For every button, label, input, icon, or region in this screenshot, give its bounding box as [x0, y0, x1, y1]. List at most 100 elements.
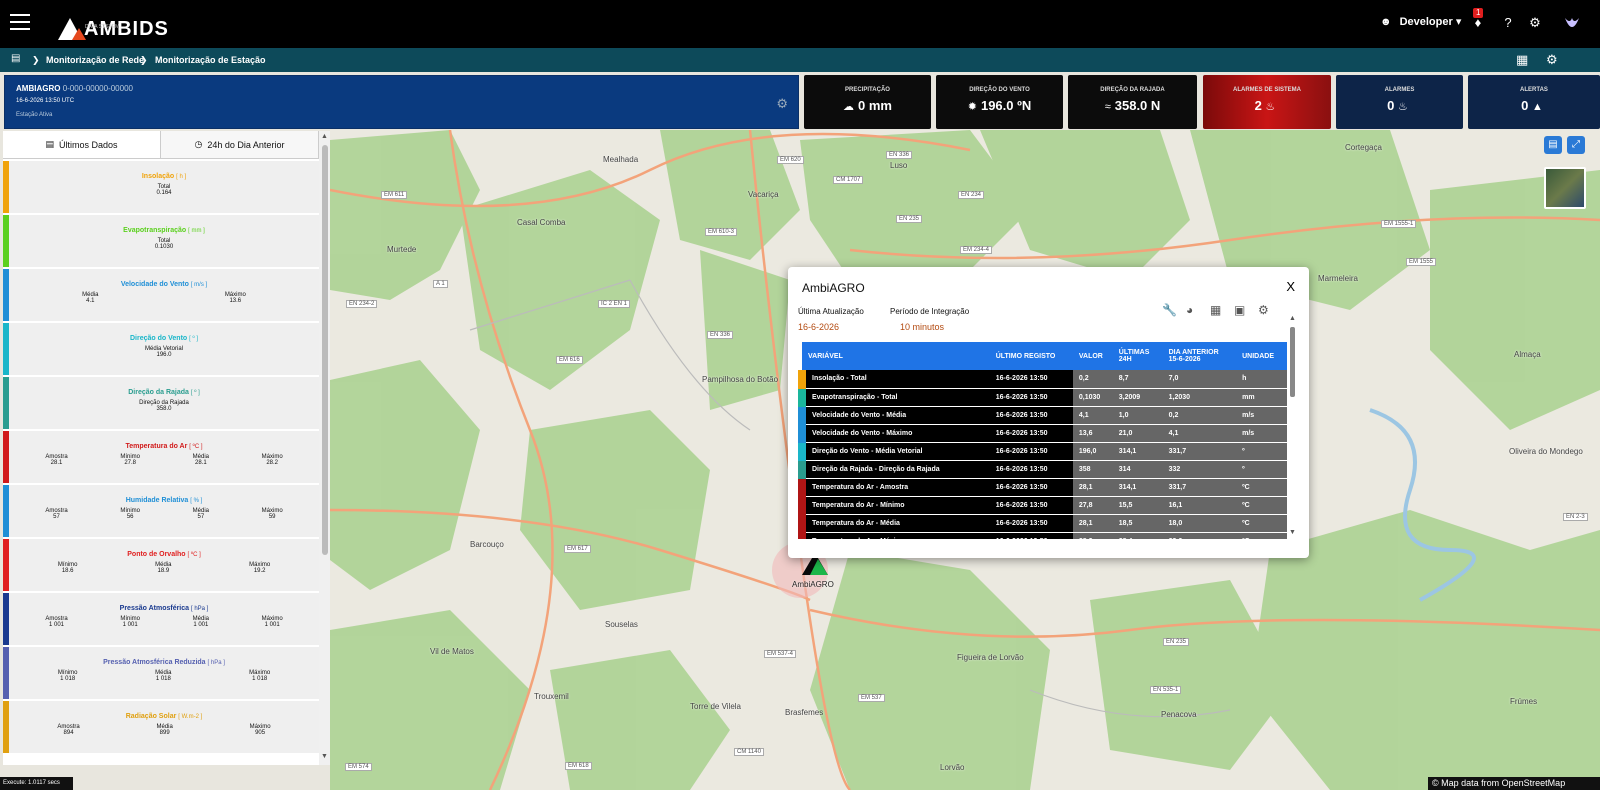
- breadcrumb-station[interactable]: Monitorização de Estação: [155, 55, 266, 65]
- map-road-label: EM 620: [777, 156, 804, 164]
- top-bar: AMBIDS DATA SYSTEM ☻ Developer ▾ ♦ 1 ? ⚙: [0, 0, 1600, 48]
- variable-unit: [ ºC ]: [187, 552, 201, 558]
- card-precipitation[interactable]: PRECIPITAÇÃO ☁ 0 mm: [804, 75, 931, 129]
- wrench-icon[interactable]: 🔧: [1162, 303, 1177, 317]
- popup-scrollbar[interactable]: ▲ ▼: [1289, 315, 1297, 537]
- variable-unit: [ mm ]: [188, 228, 205, 234]
- table-cell: 3,2009: [1112, 388, 1163, 407]
- map-place-label: Cortegaça: [1345, 143, 1382, 152]
- variable-name: Direção do Vento: [130, 335, 188, 342]
- column-header[interactable]: ÚLTIMAS 24H: [1112, 342, 1163, 370]
- variable-card[interactable]: Direção do Vento [ º ] Média Vetorial 196.…: [3, 323, 319, 375]
- card-system-alarms[interactable]: ALARMES DE SISTEMA 2 ♨: [1203, 75, 1331, 129]
- map-place-label: Marmeleira: [1318, 274, 1359, 283]
- map-road-label: EN 235: [896, 215, 923, 223]
- variable-card[interactable]: Temperatura do Ar [ ºC ] Amostra 28.1 Mínim…: [3, 431, 319, 483]
- table-row[interactable]: Insolação - Total 16-6-2026 13:50 0,2 8,7 7,…: [798, 370, 1287, 389]
- table-cell: 7,0: [1162, 370, 1237, 389]
- table-row[interactable]: Direção do Vento - Média Vetorial 16-6-20…: [798, 442, 1287, 461]
- hamburger-menu-icon[interactable]: [10, 14, 30, 30]
- variable-unit: [ º ]: [190, 390, 200, 396]
- map-attribution[interactable]: © Map data from OpenStreetMap: [1428, 777, 1600, 790]
- variable-card[interactable]: Direção da Rajada [ º ] Direção da Rajada…: [3, 377, 319, 429]
- panel-scrollbar[interactable]: ▲ ▼: [319, 131, 330, 765]
- card-title: PRECIPITAÇÃO: [845, 87, 890, 93]
- notification-badge: 1: [1473, 8, 1484, 18]
- card-gust-direction[interactable]: DIREÇÃO DA RAJADA ≈358.0 N: [1068, 75, 1197, 129]
- last-update-value: 16-6-2026: [798, 322, 840, 332]
- map-road-label: CM 1707: [833, 176, 864, 184]
- station-marker[interactable]: AmbiAGRO: [792, 553, 834, 593]
- close-button[interactable]: X: [1286, 279, 1295, 294]
- list-icon[interactable]: ▤: [11, 53, 20, 64]
- grid-icon[interactable]: ▦: [1516, 52, 1528, 68]
- variable-card[interactable]: Ponto de Orvalho [ ºC ] Mínimo 18.6 Média 18…: [3, 539, 319, 591]
- variable-name: Evapotranspiração: [123, 227, 187, 234]
- table-row[interactable]: Velocidade do Vento - Média 16-6-2026 13:…: [798, 406, 1287, 425]
- variable-card[interactable]: Insolação [ h ] Total 0.164: [3, 161, 319, 213]
- map-road-label: EM 618: [565, 762, 592, 770]
- column-header[interactable]: VALOR: [1072, 342, 1113, 370]
- table-row[interactable]: Temperatura do Ar - Amostra 16-6-2026 13:…: [798, 478, 1287, 497]
- map-road-label: EM 611: [381, 191, 408, 199]
- table-row[interactable]: Temperatura do Ar - Máximo16-6-2026 13:5…: [798, 532, 1287, 539]
- table-icon[interactable]: ▦: [1210, 303, 1221, 317]
- settings-icon[interactable]: ⚙: [1546, 52, 1558, 68]
- table-cell: 1,2030: [1162, 388, 1237, 407]
- variable-card[interactable]: Velocidade do Vento [ m/s ] Média 4.1 Máxim…: [3, 269, 319, 321]
- variable-unit: [ % ]: [190, 498, 203, 504]
- tab-latest-data[interactable]: ▤ Últimos Dados: [3, 131, 161, 158]
- table-row[interactable]: Direção da Rajada - Direção da Rajada 16-…: [798, 460, 1287, 479]
- variable-stat: Amostra 894: [57, 724, 79, 736]
- table-cell: ºC: [1236, 532, 1287, 539]
- table-cell: h: [1236, 370, 1287, 389]
- stat-value: 1 018: [155, 676, 171, 682]
- variable-card[interactable]: Humidade Relativa [ % ] Amostra 57 Mínimo 56…: [3, 485, 319, 537]
- fullscreen-button[interactable]: ⤢: [1567, 136, 1585, 154]
- variable-card[interactable]: Pressão Atmosférica [ hPa ] Amostra 1 001 M…: [3, 593, 319, 645]
- camera-icon[interactable]: ▣: [1234, 303, 1245, 317]
- column-header[interactable]: ÚLTIMO REGISTO: [989, 342, 1073, 370]
- variable-title: Velocidade do Vento [ m/s ]: [9, 269, 319, 288]
- stat-value: 1 001: [264, 622, 280, 628]
- variable-unit: [ h ]: [176, 174, 187, 180]
- card-alarms[interactable]: ALARMES 0 ♨: [1336, 75, 1463, 129]
- column-header[interactable]: UNIDADE: [1236, 342, 1287, 370]
- dashboard-icon[interactable]: ◕: [1186, 303, 1193, 317]
- column-header[interactable]: VARIÁVEL: [802, 342, 990, 370]
- gear-icon[interactable]: ⚙: [1527, 15, 1543, 31]
- variable-unit: [ W.m-2 ]: [178, 714, 203, 720]
- column-header[interactable]: DIA ANTERIOR 15-6-2026: [1162, 342, 1237, 370]
- variable-card[interactable]: Evapotranspiração [ mm ] Total 0.1030: [3, 215, 319, 267]
- table-row[interactable]: Temperatura do Ar - Média 16-6-2026 13:50…: [798, 514, 1287, 533]
- user-menu[interactable]: ☻ Developer ▾: [1380, 15, 1461, 29]
- variable-stat: Total 0.1030: [155, 238, 173, 250]
- variable-name: Pressão Atmosférica: [119, 605, 190, 612]
- station-settings-icon[interactable]: ⚙: [776, 96, 788, 112]
- stat-value: 18.6: [61, 568, 74, 574]
- variable-name: Velocidade do Vento: [120, 281, 189, 288]
- help-icon[interactable]: ?: [1500, 15, 1516, 31]
- card-wind-direction[interactable]: DIREÇÃO DO VENTO ✹ 196.0 ºN: [936, 75, 1063, 129]
- table-cell: 314,1: [1112, 442, 1163, 461]
- variable-title: Insolação [ h ]: [9, 161, 319, 180]
- variable-stat: Média 4.1: [82, 292, 98, 304]
- table-cell: ºC: [1236, 514, 1287, 533]
- map-layers-button[interactable]: ▤: [1544, 136, 1562, 154]
- bell-icon: ♨: [1397, 101, 1408, 113]
- breadcrumb-network[interactable]: Monitorização de Rede: [46, 55, 144, 65]
- card-title: ALARMES DE SISTEMA: [1232, 87, 1301, 93]
- table-row[interactable]: Temperatura do Ar - Mínimo 16-6-2026 13:5…: [798, 496, 1287, 515]
- variable-card[interactable]: Pressão Atmosférica Reduzida [ hPa ] Míni…: [3, 647, 319, 699]
- table-row[interactable]: Velocidade do Vento - Máximo 16-6-2026 13…: [798, 424, 1287, 443]
- card-alerts[interactable]: ALERTAS 0 ▲: [1468, 75, 1600, 129]
- variable-card[interactable]: Radiação Solar [ W.m-2 ] Amostra 894 Média 8…: [3, 701, 319, 753]
- gear-icon[interactable]: ⚙: [1258, 303, 1269, 317]
- tab-previous-day[interactable]: ◷ 24h do Dia Anterior: [161, 131, 319, 158]
- table-row[interactable]: Evapotranspiração - Total 16-6-2026 13:50…: [798, 388, 1287, 407]
- avatar[interactable]: [1562, 14, 1582, 34]
- variable-title: Evapotranspiração [ mm ]: [9, 215, 319, 234]
- map-road-label: IC 2 EN 1: [598, 300, 631, 308]
- satellite-layer-thumbnail[interactable]: [1544, 167, 1586, 209]
- tab-label: 24h do Dia Anterior: [207, 139, 285, 150]
